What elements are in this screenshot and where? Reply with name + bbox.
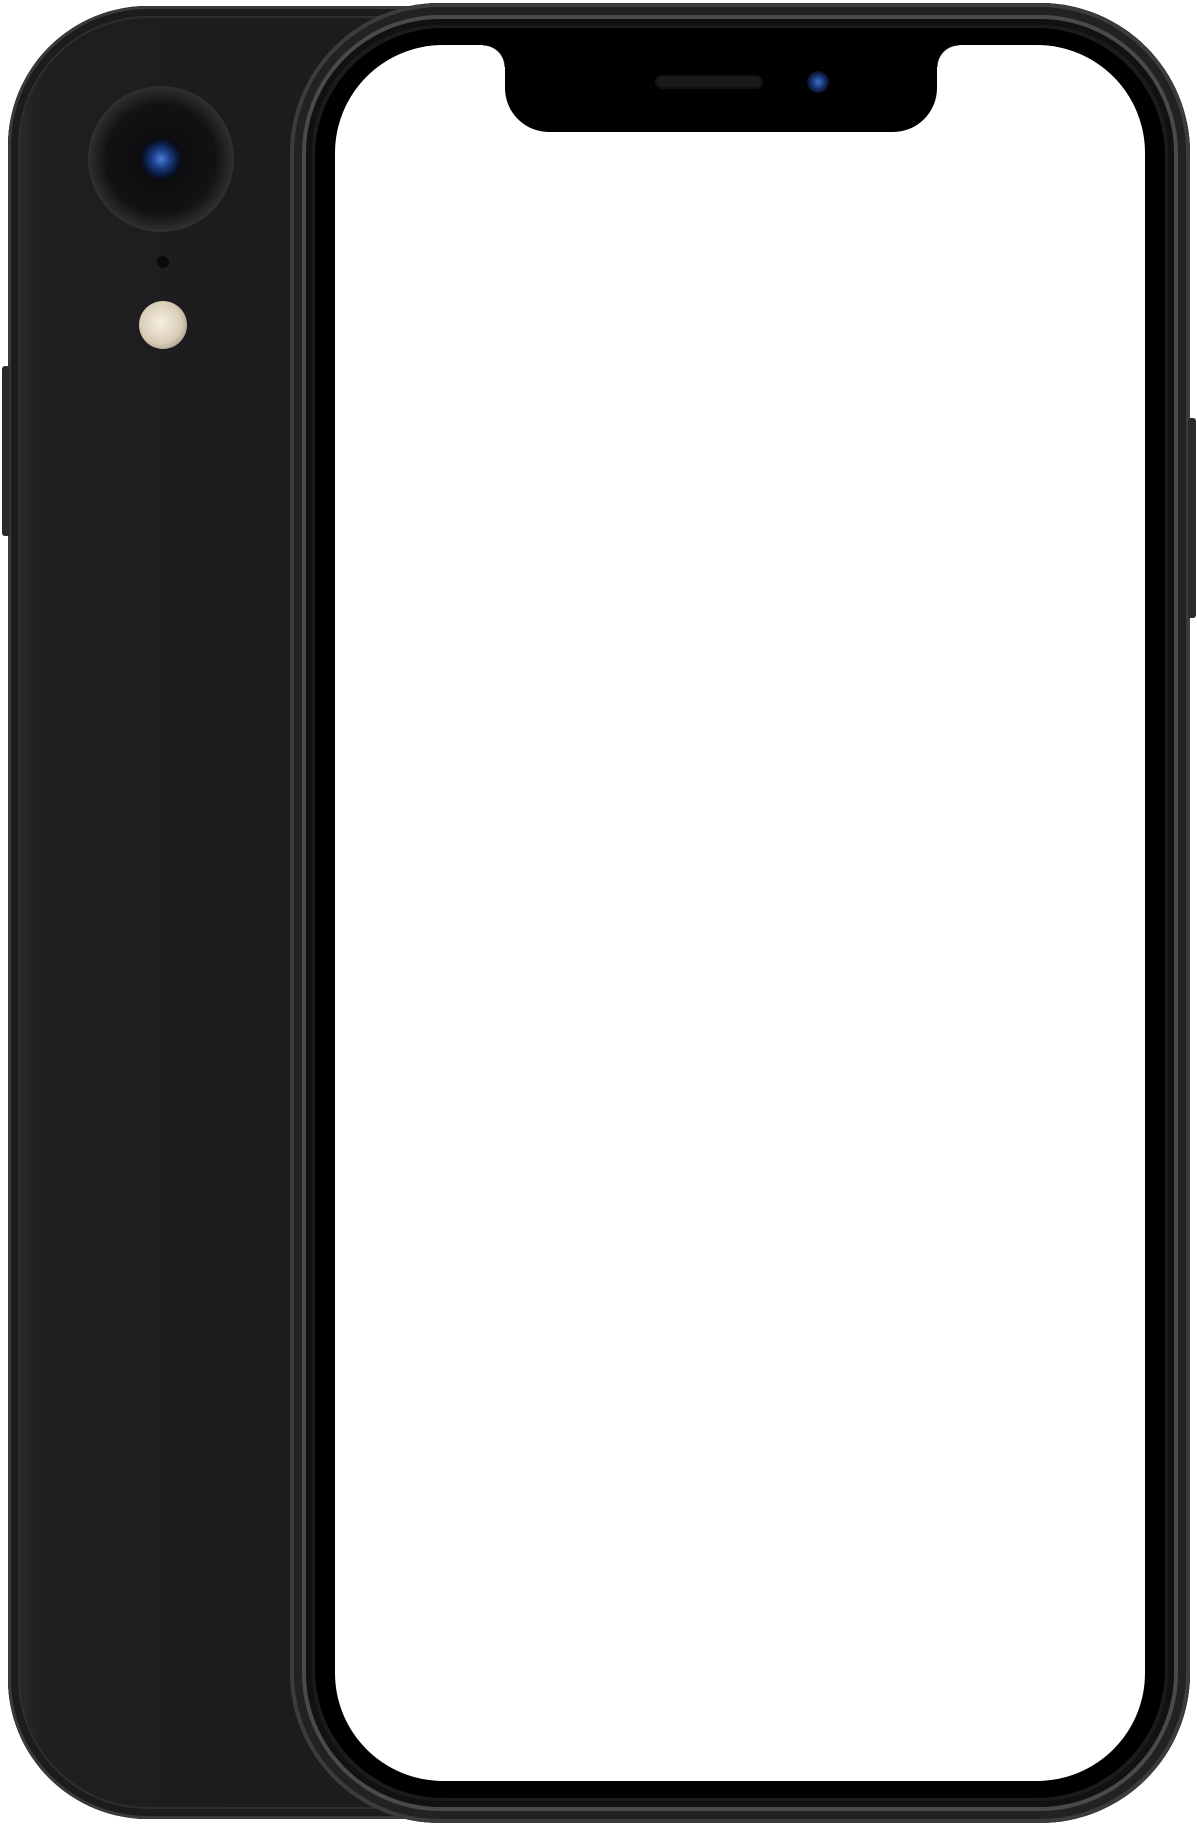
phone-screen	[335, 45, 1145, 1781]
front-side-button	[1188, 418, 1196, 618]
flash-icon	[139, 301, 187, 349]
camera-lens-icon	[140, 138, 182, 180]
back-side-button	[2, 366, 10, 536]
screen-notch	[483, 28, 959, 132]
front-camera-icon	[807, 71, 829, 93]
rear-camera-housing	[91, 89, 231, 229]
rear-microphone-icon	[157, 256, 169, 268]
phone-mockup-scene	[0, 0, 1197, 1825]
earpiece-speaker-icon	[655, 75, 763, 89]
phone-front	[290, 3, 1196, 1823]
